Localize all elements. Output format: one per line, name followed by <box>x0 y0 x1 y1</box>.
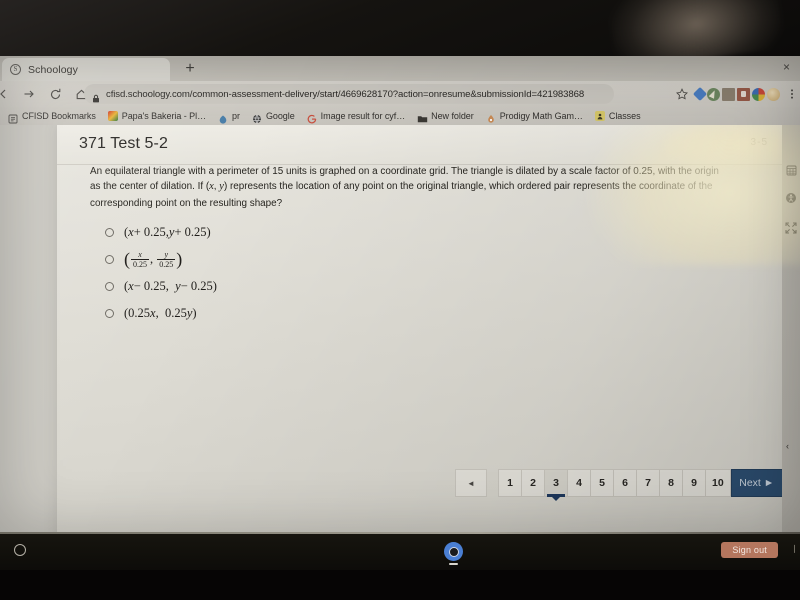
bookmark-label: Papa's Bakeria - Pl… <box>121 111 207 121</box>
reload-icon[interactable] <box>44 83 66 105</box>
browser-toolbar: cfisd.schoology.com/common-assessment-de… <box>0 81 800 107</box>
back-icon[interactable] <box>0 83 14 105</box>
tools-rail: ‹ <box>782 125 800 532</box>
blue-diamond-extension-icon[interactable] <box>692 86 708 102</box>
radio-button-d[interactable] <box>105 309 114 318</box>
bookmark-prodigy-math-game[interactable]: Prodigy Math Gam… <box>481 108 588 124</box>
shelf-edge-label: ❘ <box>791 544 798 553</box>
answer-choice-c[interactable]: (x − 0.25, y − 0.25) <box>105 273 217 300</box>
google-globe-icon <box>252 111 262 124</box>
browser-tab-schoology[interactable]: S Schoology <box>2 58 170 81</box>
bookmark-label: Prodigy Math Gam… <box>499 111 583 121</box>
answer-choice-d-label: (0.25 x, 0.25 y) <box>124 306 197 320</box>
page-title: 371 Test 5-2 <box>79 135 168 152</box>
address-bar[interactable]: cfisd.schoology.com/common-assessment-de… <box>84 84 614 104</box>
pagination-page-10[interactable]: 10 <box>705 469 731 497</box>
classes-icon <box>594 111 605 121</box>
radio-button-c[interactable] <box>105 282 114 291</box>
pagination-page-2[interactable]: 2 <box>521 469 545 497</box>
bookmark-label: New folder <box>431 111 474 121</box>
assessment-page: 371 Test 5-2 3-5 An equilateral triangle… <box>57 125 783 532</box>
google-g-icon <box>307 111 317 124</box>
papas-bakeria-icon <box>107 111 118 121</box>
radio-button-a[interactable] <box>105 228 114 237</box>
pagination-gap <box>486 469 498 497</box>
pagination-page-7[interactable]: 7 <box>636 469 660 497</box>
calculator-icon[interactable] <box>784 163 798 177</box>
forward-icon[interactable] <box>18 83 40 105</box>
bookmark-label: CFISD Bookmarks <box>22 111 96 121</box>
lock-icon <box>92 90 100 102</box>
pagination-page-8[interactable]: 8 <box>659 469 683 497</box>
fullscreen-expand-icon[interactable] <box>784 221 798 235</box>
prodigy-icon <box>218 111 228 124</box>
pagination-page-1[interactable]: 1 <box>498 469 522 497</box>
assessment-header: 371 Test 5-2 3-5 <box>57 125 782 171</box>
bookmark-cfisd-bookmarks[interactable]: CFISD Bookmarks <box>3 108 101 124</box>
browser-tab-strip: S Schoology × + <box>0 56 800 81</box>
pagination-page-6[interactable]: 6 <box>613 469 637 497</box>
collapse-panel-icon[interactable]: ‹ <box>786 441 789 451</box>
bookmark-label: Image result for cyf… <box>320 111 406 121</box>
pagination-page-3[interactable]: 3 <box>544 469 568 497</box>
profile-avatar-icon[interactable] <box>767 87 780 101</box>
chrome-running-indicator <box>449 563 458 565</box>
new-tab-icon[interactable]: + <box>182 61 198 77</box>
radio-button-b[interactable] <box>105 255 114 264</box>
lastpass-lock-extension-icon[interactable] <box>737 87 750 101</box>
chromeos-shelf: Sign out ❘ <box>0 532 800 570</box>
bookmark-image-result[interactable]: Image result for cyf… <box>302 108 410 124</box>
bookmark-papas-bakeria[interactable]: Papa's Bakeria - Pl… <box>103 108 211 124</box>
save-page-extension-icon[interactable] <box>722 87 735 101</box>
laptop-photo: S Schoology × + cfisd.schoology.com/comm… <box>0 0 800 600</box>
bookmark-classes[interactable]: Classes <box>590 108 646 124</box>
answer-choice-b[interactable]: (x 0.25, y 0.25) <box>105 246 217 273</box>
bookmark-star-icon[interactable] <box>671 83 693 105</box>
chrome-icon[interactable] <box>444 542 463 561</box>
pagination-next-button[interactable]: Next ► <box>730 469 783 497</box>
page-viewport: 371 Test 5-2 3-5 An equilateral triangle… <box>0 125 800 532</box>
close-icon[interactable]: × <box>781 61 792 73</box>
compass-extension-icon[interactable] <box>707 87 720 101</box>
pagination-page-5[interactable]: 5 <box>590 469 614 497</box>
pagination: ◄ 1 2 3 4 5 6 7 8 9 10 Next ► <box>455 469 783 497</box>
menu-icon[interactable] <box>786 83 798 105</box>
answer-choices: (x + 0.25, y + 0.25) (x 0.25, y 0.25) (x −… <box>105 219 217 327</box>
bookmark-label: Google <box>265 111 295 121</box>
bookmark-label: pr <box>232 111 240 121</box>
bookmark-pr[interactable]: pr <box>213 108 245 124</box>
pagination-prev-button[interactable]: ◄ <box>455 469 487 497</box>
bookmark-folder-list-icon <box>8 111 18 124</box>
answer-choice-a[interactable]: (x + 0.25, y + 0.25) <box>105 219 217 246</box>
launcher-circle-icon[interactable] <box>14 544 26 556</box>
sign-out-button[interactable]: Sign out <box>721 542 778 558</box>
color-extension-icon[interactable] <box>752 87 765 101</box>
toolbar-actions <box>667 81 798 107</box>
answer-choice-b-label: (x 0.25, y 0.25) <box>124 249 183 269</box>
bookmark-label: Classes <box>608 111 641 121</box>
bookmark-google[interactable]: Google <box>247 108 300 124</box>
chromebook-screen: S Schoology × + cfisd.schoology.com/comm… <box>0 56 800 532</box>
shelf-top-edge <box>0 532 800 534</box>
pagination-page-9[interactable]: 9 <box>682 469 706 497</box>
url-text: cfisd.schoology.com/common-assessment-de… <box>106 88 585 100</box>
answer-choice-a-label: (x + 0.25, y + 0.25) <box>124 225 211 239</box>
bookmarks-bar: CFISD Bookmarks Papa's Bakeria - Pl… pr … <box>0 107 800 125</box>
tab-title: Schoology <box>28 63 78 76</box>
bookmark-new-folder[interactable]: New folder <box>412 108 479 124</box>
accessibility-info-icon[interactable] <box>784 191 798 205</box>
answer-choice-c-label: (x − 0.25, y − 0.25) <box>124 279 217 293</box>
pagination-page-4[interactable]: 4 <box>567 469 591 497</box>
answer-choice-d[interactable]: (0.25 x, 0.25 y) <box>105 300 217 327</box>
question-text: An equilateral triangle with a perimeter… <box>90 164 730 211</box>
laptop-top-bezel <box>0 0 800 72</box>
prodigy-wizard-icon <box>486 111 496 123</box>
folder-icon <box>417 111 428 123</box>
schoology-favicon: S <box>10 64 21 75</box>
laptop-bottom-bezel <box>0 570 800 600</box>
